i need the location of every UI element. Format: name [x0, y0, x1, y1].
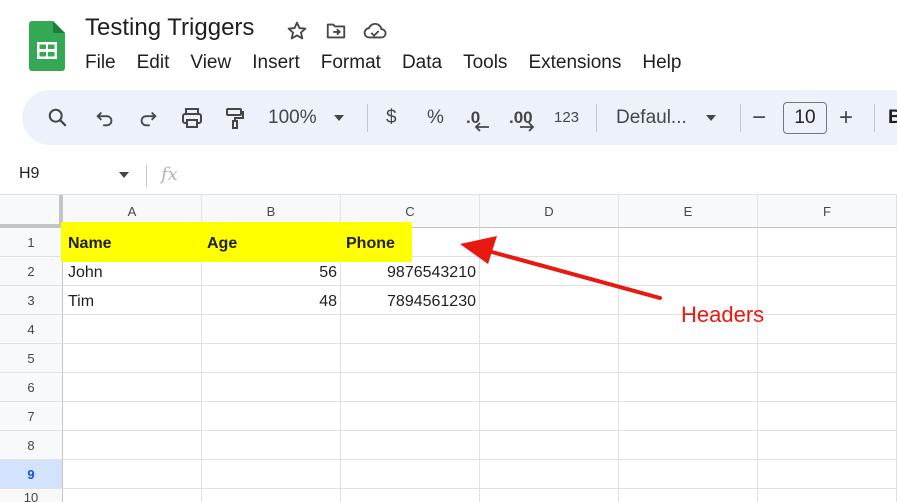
- annotation-label: Headers: [681, 302, 765, 327]
- annotation-arrow-icon: [460, 236, 662, 300]
